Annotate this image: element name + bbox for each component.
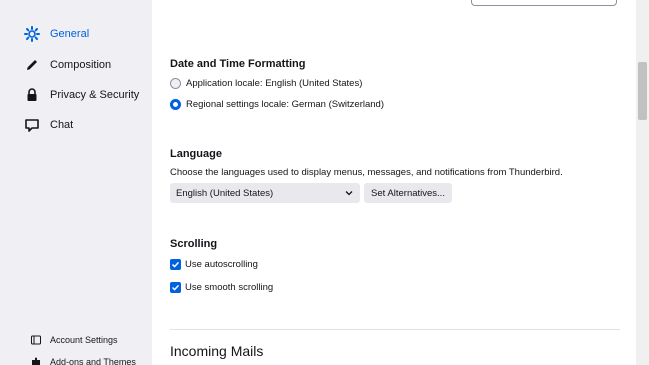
scrolling-heading: Scrolling [170,238,218,250]
search-input[interactable] [471,0,617,6]
sidebar-item-privacy[interactable]: Privacy & Security [22,84,139,106]
lock-icon [22,85,42,105]
language-description: Choose the languages used to display men… [170,167,563,178]
incoming-mails-heading: Incoming Mails [170,343,264,359]
sidebar-item-chat[interactable]: Chat [22,114,73,136]
chat-icon [22,115,42,135]
set-alternatives-button[interactable]: Set Alternatives... [364,183,452,203]
sidebar: General Composition Privacy & Security C… [0,0,152,365]
account-settings-label: Account Settings [50,335,118,345]
radio-button[interactable] [170,78,181,89]
sidebar-item-label: Chat [50,119,74,131]
checkbox-label: Use autoscrolling [185,259,258,270]
puzzle-icon [30,356,42,365]
checkbox-label: Use smooth scrolling [185,282,274,293]
radio-regional-locale[interactable]: Regional settings locale: German (Switze… [170,99,384,110]
gear-icon [22,24,42,44]
sidebar-item-composition[interactable]: Composition [22,54,111,76]
chevron-down-icon [345,191,353,196]
settings-content: Date and Time Formatting Application loc… [152,0,636,365]
sidebar-item-label: Privacy & Security [50,89,140,101]
radio-label: Regional settings locale: German (Switze… [186,99,385,110]
sidebar-item-general[interactable]: General [22,23,89,45]
addons-themes-label: Add-ons and Themes [50,357,136,365]
checkbox[interactable] [170,282,181,293]
checkbox-autoscrolling[interactable]: Use autoscrolling [170,259,258,270]
datetime-heading: Date and Time Formatting [170,58,306,70]
account-icon [30,334,42,346]
radio-application-locale[interactable]: Application locale: English (United Stat… [170,78,362,89]
checkmark-icon [171,261,180,268]
pencil-icon [22,55,42,75]
radio-label: Application locale: English (United Stat… [186,78,363,89]
sidebar-item-label: General [50,28,90,40]
addons-themes-link[interactable]: Add-ons and Themes [30,356,136,365]
checkbox[interactable] [170,259,181,270]
checkmark-icon [171,284,180,291]
language-select[interactable]: English (United States) [170,183,360,203]
language-select-value: English (United States) [176,187,274,199]
sidebar-item-label: Composition [50,59,112,71]
language-heading: Language [170,148,222,160]
account-settings-link[interactable]: Account Settings [30,334,118,346]
radio-button[interactable] [170,99,181,110]
scrollbar-thumb[interactable] [638,62,647,120]
section-divider [170,329,620,330]
checkbox-smooth-scrolling[interactable]: Use smooth scrolling [170,282,273,293]
scrollbar[interactable] [636,0,649,365]
